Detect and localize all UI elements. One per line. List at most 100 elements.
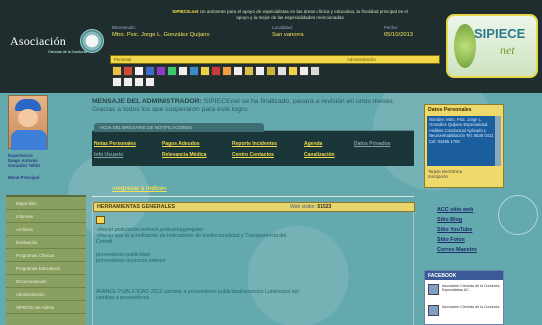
personal-data-title: Datos Personales [428,107,472,113]
calendar-icon[interactable] [211,66,221,76]
link-info-usuario[interactable]: Info Usuario [94,152,123,158]
link-agenda[interactable]: Agenda [304,141,322,147]
link-canalizacion[interactable]: Canalización [304,152,335,158]
link-relevancia-medica[interactable]: Relevancia Médica [162,152,206,158]
contacts-icon[interactable] [134,77,144,87]
left-menu-item[interactable]: Documentación [6,275,86,288]
edit-icon[interactable] [96,216,105,224]
facebook-title: FACEBOOK [425,271,503,280]
link-correo-maestro[interactable]: Correo Maestro [437,245,477,255]
link-centro-contactos[interactable]: Centro Contactos [232,152,274,158]
personal-data-scrollbar[interactable] [495,116,501,166]
notes-icon[interactable] [222,66,232,76]
link-acc-sitio-web[interactable]: ACC sitio web [437,205,477,215]
menu-principal-link[interactable]: Menú Principal [8,175,39,180]
link-sitio-youtube[interactable]: Sitio YouTube [437,225,477,235]
left-menu-item[interactable]: Informes [6,210,86,223]
facebook-thumb-icon [428,305,439,316]
link-sitio-fotos[interactable]: Sitio Fotos [437,235,477,245]
archive-icon[interactable] [244,66,254,76]
toolbar-icons [112,66,452,88]
admin-message-label: MENSAJE DEL ADMINISTRADOR: [92,98,202,105]
avatar[interactable] [8,95,48,150]
left-menu-item[interactable]: Archivos [6,223,86,236]
date-value: 05/10/2013 [384,32,414,38]
report-icon[interactable] [255,66,265,76]
link-datos-privados[interactable]: Datos Privados [354,141,390,147]
facebook-item[interactable]: Asociación Ciencias de la Conducta, Espe… [428,284,502,298]
chart-icon[interactable] [156,66,166,76]
tagline-line1: Un ambiente para el apoyo de especialist… [199,9,408,14]
facebook-thumb-icon [428,284,439,295]
facebook-item[interactable]: Asociación Ciencias de la Conducta [428,305,502,319]
locality-block: Localidad: San vanorra [272,25,304,38]
left-menu-item[interactable]: Evaluación [6,236,86,249]
mail-icon[interactable] [200,66,210,76]
settings-icon[interactable] [277,66,287,76]
site-tagline: SIPIECE.net Un ambiente para el apoyo de… [130,9,450,21]
logo-text: Asociación [10,34,66,48]
exit-icon[interactable] [145,77,155,87]
welcome-label: Bienvenido: [112,25,137,30]
left-menu-item[interactable]: Administración [6,288,86,301]
left-menu-item[interactable]: SIPIECE.net Admin [6,301,86,314]
tools-panel: HERRAMIENTAS GENERALES Web visitor: 5152… [92,202,415,325]
visitor-counter: Web visitor: 51523 [290,204,331,210]
tools-title: HERRAMIENTAS GENERALES [97,204,176,210]
emblem-icon [80,29,104,53]
notifications-panel: HOJA DEL BREVIARIO DE NOTIFICACIONES Not… [92,123,414,166]
left-menu-item[interactable]: Programas Educativos [6,262,86,275]
link-reporte-incidentes[interactable]: Reporte Incidentes [232,141,277,147]
personal-footer-2[interactable]: Inscripción [428,174,462,179]
badge-leaf-icon [454,24,476,68]
user-name[interactable]: Experiencia Diego Antonio Gonzalez Telle… [8,153,84,169]
external-links: ACC sitio web Sitio Blog Sitio YouTube S… [437,205,477,255]
left-menu-item[interactable]: Mapa Sitio [6,197,86,210]
list-icon[interactable] [123,77,133,87]
badge-subtitle: net [500,43,515,57]
badge-title: SIPIECE [474,26,526,41]
tagline-line2: apoyo y la mejor de las especialidades m… [236,15,344,20]
file-icon[interactable] [112,77,122,87]
avatar-face [18,109,38,127]
association-logo[interactable]: Asociación Ciencias de la Conducta [4,18,104,68]
page-icon[interactable] [233,66,243,76]
left-menu: Mapa Sitio Informes Archivos Evaluación … [6,195,86,325]
link-pagos-adeudos[interactable]: Pagos Adeudos [162,141,200,147]
star-icon[interactable] [288,66,298,76]
personal-data-footer: Tarjeta electrónica Inscripción [428,169,462,179]
document-icon[interactable] [134,66,144,76]
tools-header: HERRAMIENTAS GENERALES Web visitor: 5152… [93,202,415,212]
globe-icon[interactable] [189,66,199,76]
clipboard-icon[interactable] [178,66,188,76]
left-sidebar: Experiencia Diego Antonio Gonzalez Telle… [6,95,86,325]
site-header: SIPIECE.net Un ambiente para el apoyo de… [0,0,542,93]
folder-icon[interactable] [112,66,122,76]
agenda-icon[interactable] [123,66,133,76]
personal-data-text[interactable]: Nombre: Mtro. Psic. Jorge L. González Qu… [427,116,501,166]
sipiece-badge[interactable]: SIPIECE net [446,14,538,78]
tools-icon[interactable] [167,66,177,76]
date-block: Fecha: 05/10/2013 [384,25,413,38]
visitor-value: 51523 [317,204,332,210]
logo-subtitle: Ciencias de la Conducta [48,50,87,54]
link-notas-personales[interactable]: Notas Personales [94,141,136,147]
avatar-shirt [11,130,47,150]
tab-administracion[interactable]: Administración [347,57,376,62]
admin-message: MENSAJE DEL ADMINISTRADOR: SIPIECEnet se… [92,98,414,114]
brand-prefix: SIPIECE.net [172,9,199,14]
help-icon[interactable] [310,66,320,76]
link-sitio-blog[interactable]: Sitio Blog [437,215,477,225]
back-to-index-link[interactable]: «regresar a índice» [112,186,167,192]
tools-notes: -checar podcatcher,netnest,podcastaggreg… [96,227,411,301]
user-name-line3: Gonzalez Tellez [8,163,41,169]
printer-icon[interactable] [299,66,309,76]
welcome-block: Bienvenido: Mtro. Psic. Jorge L. Gonzále… [112,25,210,38]
date-label: Fecha: [384,25,399,30]
pencil-icon[interactable] [266,66,276,76]
tab-personal[interactable]: Personal [114,57,131,62]
user-icon[interactable] [145,66,155,76]
left-menu-item[interactable]: Programas Clínicos [6,249,86,262]
notifications-tab[interactable]: HOJA DEL BREVIARIO DE NOTIFICACIONES [94,123,264,132]
facebook-widget: FACEBOOK Asociación Ciencias de la Condu… [424,270,504,325]
